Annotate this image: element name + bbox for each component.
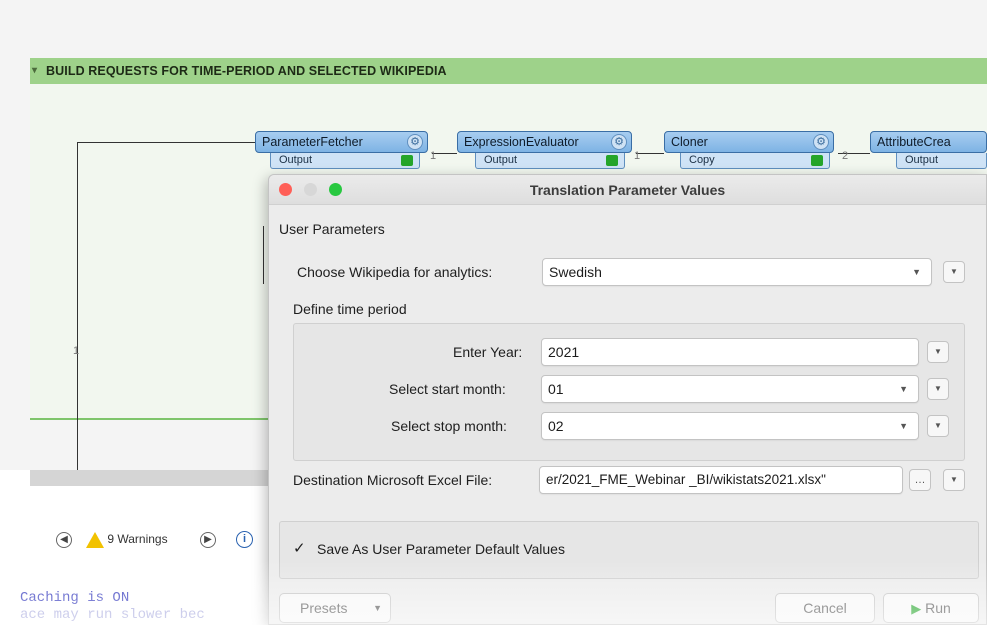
transformer-name: ExpressionEvaluator	[464, 135, 579, 149]
feature-count: 2	[842, 150, 849, 162]
output-port[interactable]: Output	[896, 153, 987, 169]
log-output: Caching is ON ace may run slower bec	[20, 590, 205, 624]
connection-line	[636, 153, 664, 154]
feature-count: 1	[430, 150, 437, 162]
gear-icon[interactable]: ⚙	[407, 134, 423, 150]
transformer-name: Cloner	[671, 135, 708, 149]
gear-icon[interactable]: ⚙	[813, 134, 829, 150]
transformer-name: ParameterFetcher	[262, 135, 363, 149]
log-line: ace may run slower bec	[20, 607, 205, 623]
run-label: Run	[925, 600, 951, 616]
port-label: Output	[905, 154, 939, 166]
wikipedia-label: Choose Wikipedia for analytics:	[297, 264, 493, 280]
previous-button[interactable]: ◀	[56, 528, 72, 550]
chevron-down-icon: ▼	[899, 421, 908, 431]
transformer-cloner[interactable]: Cloner ⚙	[664, 131, 834, 153]
start-month-value: 01	[548, 381, 564, 397]
info-filter[interactable]: i	[236, 528, 253, 550]
arrow-left-icon: ◀	[56, 531, 72, 548]
collapse-chevron-icon[interactable]: ▾	[32, 58, 37, 84]
time-period-title: Define time period	[293, 301, 407, 317]
parameter-menu-button[interactable]: ▼	[927, 415, 949, 437]
transformer-expressionevaluator[interactable]: ExpressionEvaluator ⚙	[457, 131, 632, 153]
horizontal-scrollbar[interactable]	[30, 470, 270, 486]
chevron-down-icon: ▼	[912, 267, 921, 277]
save-defaults-checkbox[interactable]: ✓	[293, 541, 309, 557]
play-icon: ▶	[911, 601, 922, 616]
dialog-title: Translation Parameter Values	[529, 182, 726, 198]
parameter-menu-button[interactable]: ▼	[927, 378, 949, 400]
destination-value: er/2021_FME_Webinar _BI/wikistats2021.xl…	[546, 472, 826, 487]
bookmark-header[interactable]: ▾ BUILD REQUESTS FOR TIME-PERIOD AND SEL…	[30, 58, 987, 84]
transformer-name: AttributeCrea	[877, 135, 951, 149]
info-icon: i	[236, 531, 253, 549]
year-value: 2021	[548, 344, 580, 360]
next-button[interactable]: ▶	[200, 528, 216, 550]
wikipedia-select[interactable]: Swedish ▼	[542, 258, 932, 286]
output-port[interactable]: Output	[270, 153, 420, 169]
presets-button[interactable]: Presets ▼	[279, 593, 391, 623]
feature-count: 1	[634, 150, 641, 162]
inspect-icon[interactable]	[811, 155, 823, 166]
destination-label: Destination Microsoft Excel File:	[293, 472, 493, 488]
save-defaults-label: Save As User Parameter Default Values	[317, 541, 565, 557]
start-month-label: Select start month:	[389, 381, 506, 397]
arrow-right-icon: ▶	[200, 531, 216, 548]
cancel-button[interactable]: Cancel	[775, 593, 875, 623]
cancel-label: Cancel	[803, 600, 847, 616]
wikipedia-value: Swedish	[549, 264, 602, 280]
dialog-titlebar[interactable]: Translation Parameter Values	[269, 175, 986, 205]
inspect-icon[interactable]	[401, 155, 413, 166]
presets-label: Presets	[300, 600, 348, 616]
warnings-filter[interactable]: 9 Warnings	[86, 528, 168, 550]
transformer-parameterfetcher[interactable]: ParameterFetcher ⚙	[255, 131, 428, 153]
output-port[interactable]: Output	[475, 153, 625, 169]
port-label: Output	[279, 154, 313, 166]
stop-month-select[interactable]: 02 ▼	[541, 412, 919, 440]
transformer-attributecreator[interactable]: AttributeCrea	[870, 131, 987, 153]
start-month-select[interactable]: 01 ▼	[541, 375, 919, 403]
chevron-down-icon: ▼	[899, 384, 908, 394]
port-label: Copy	[689, 154, 715, 166]
gear-icon[interactable]: ⚙	[611, 134, 627, 150]
chevron-down-icon: ▼	[373, 603, 382, 613]
run-button[interactable]: ▶ Run	[883, 593, 979, 623]
stop-month-value: 02	[548, 418, 564, 434]
connection-line	[77, 142, 78, 472]
parameter-menu-button[interactable]: ▼	[943, 469, 965, 491]
browse-file-button[interactable]: …	[909, 469, 931, 491]
bookmark-title: BUILD REQUESTS FOR TIME-PERIOD AND SELEC…	[46, 64, 447, 78]
stop-month-label: Select stop month:	[391, 418, 507, 434]
copy-port[interactable]: Copy	[680, 153, 830, 169]
year-input[interactable]: 2021	[541, 338, 919, 366]
warnings-label: 9 Warnings	[107, 532, 168, 546]
parameter-menu-button[interactable]: ▼	[943, 261, 965, 283]
translation-parameters-dialog: Translation Parameter Values User Parame…	[268, 174, 987, 625]
inspect-icon[interactable]	[606, 155, 618, 166]
connection-count: 1	[73, 345, 80, 357]
warning-icon	[86, 531, 104, 548]
parameter-menu-button[interactable]: ▼	[927, 341, 949, 363]
log-line: Caching is ON	[20, 590, 130, 606]
destination-file-input[interactable]: er/2021_FME_Webinar _BI/wikistats2021.xl…	[539, 466, 903, 494]
connection-line	[77, 142, 255, 143]
port-label: Output	[484, 154, 518, 166]
section-title: User Parameters	[279, 221, 385, 237]
connection-line	[263, 226, 264, 284]
year-label: Enter Year:	[453, 344, 523, 360]
